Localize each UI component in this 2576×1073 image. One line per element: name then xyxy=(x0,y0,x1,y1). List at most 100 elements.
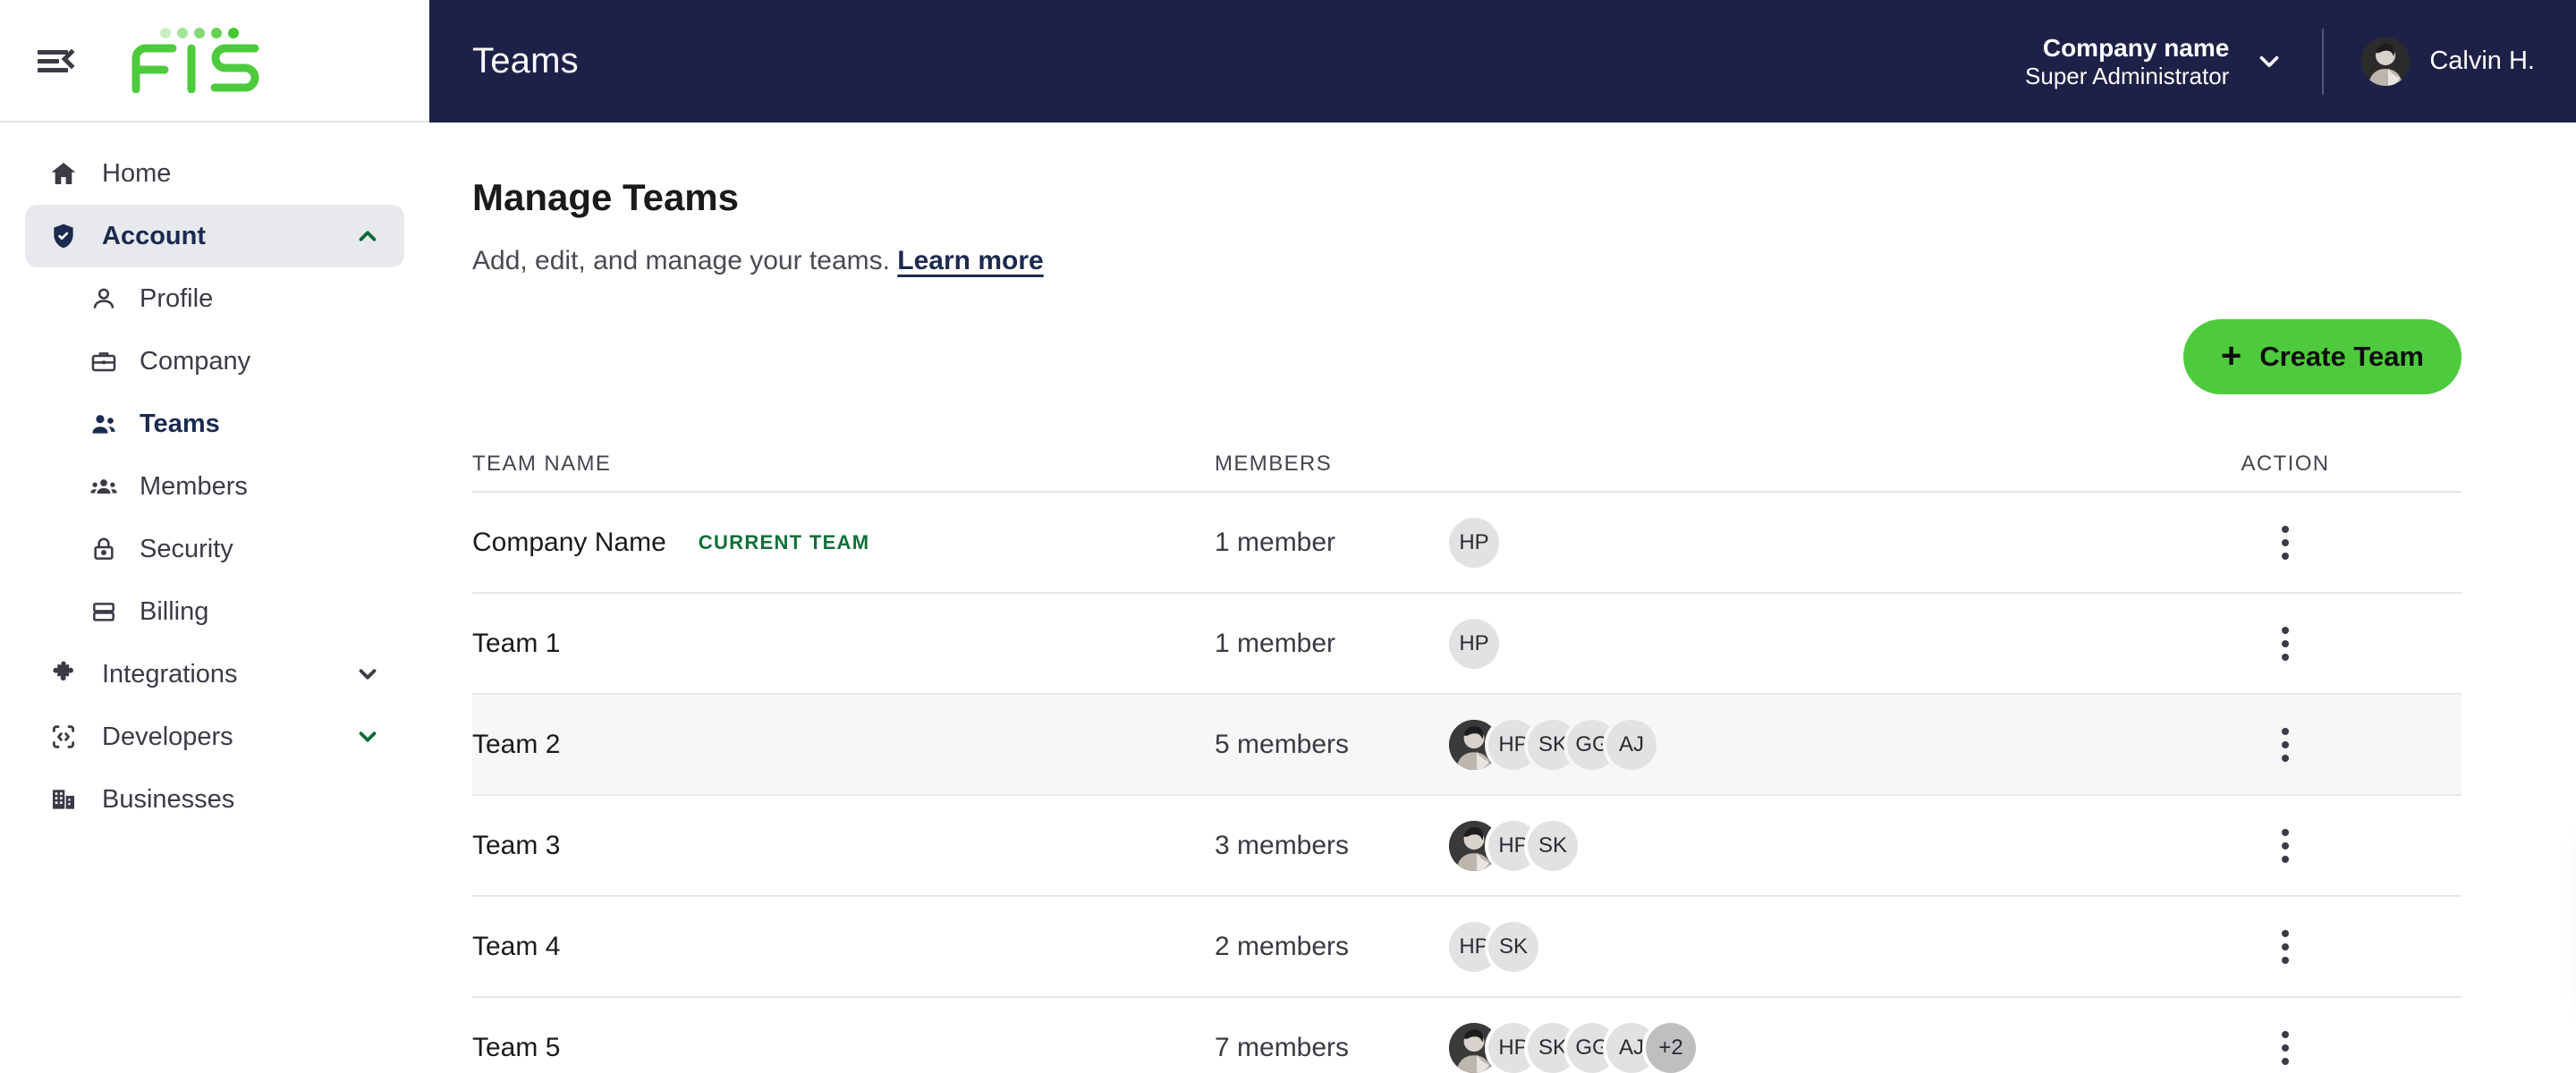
user-name: Calvin H. xyxy=(2429,46,2535,75)
column-header-team-name: TEAM NAME xyxy=(472,452,612,476)
cell-team-name: Team 3 xyxy=(472,831,1215,861)
member-avatar-initials: HP xyxy=(1449,618,1499,669)
cell-team-name: Team 1 xyxy=(472,629,1215,659)
sidebar-item-label: Developers xyxy=(102,722,233,751)
sidebar-item-label: Integrations xyxy=(102,659,238,689)
cell-members: 1 member HP xyxy=(1215,517,2109,568)
column-header-members: MEMBERS xyxy=(1215,452,1333,476)
member-count: 2 members xyxy=(1215,931,1350,961)
cell-team-name: Company Name CURRENT TEAM xyxy=(472,528,1215,558)
cell-members: 7 members HP SK GG AJ +2 xyxy=(1215,1022,2109,1073)
sidebar-item-home[interactable]: Home xyxy=(25,142,404,205)
sidebar-item-profile[interactable]: Profile xyxy=(25,267,404,330)
cell-action xyxy=(2109,1026,2462,1070)
shield-check-icon xyxy=(48,221,79,251)
sidebar-item-label: Security xyxy=(140,534,233,563)
menu-collapse-icon[interactable] xyxy=(36,40,82,81)
teams-table: TEAM NAME MEMBERS ACTION Company Name CUR… xyxy=(472,437,2462,1073)
topbar-divider xyxy=(2322,28,2325,95)
member-avatar-stack: HP xyxy=(1449,618,1499,669)
table-row[interactable]: Team 5 7 members HP SK GG AJ +2 xyxy=(472,998,2462,1073)
fis-logo xyxy=(131,28,265,93)
cell-members: 2 members HP SK xyxy=(1215,921,2109,972)
sidebar-item-company[interactable]: Company xyxy=(25,330,404,393)
sidebar-header xyxy=(0,0,429,123)
member-avatar-overflow: +2 xyxy=(1646,1022,1696,1073)
member-count: 3 members xyxy=(1215,830,1350,860)
page-title-topbar: Teams xyxy=(472,41,579,80)
create-team-button[interactable]: + Create Team xyxy=(2182,319,2462,394)
user-menu[interactable]: Calvin H. xyxy=(2361,37,2535,86)
sidebar-item-billing[interactable]: Billing xyxy=(25,580,404,643)
sidebar-item-account[interactable]: Account xyxy=(25,205,404,267)
table-row[interactable]: Company Name CURRENT TEAM 1 member HP xyxy=(472,493,2462,594)
member-count: 5 members xyxy=(1215,729,1350,759)
team-name: Team 4 xyxy=(472,931,561,961)
app-root: Home Account Profile Company Teams Membe… xyxy=(0,0,2576,1073)
row-action-kebab[interactable] xyxy=(2263,1026,2308,1070)
member-count: 1 member xyxy=(1215,628,1336,658)
sidebar-nav: Home Account Profile Company Teams Membe… xyxy=(0,123,429,1073)
group-icon xyxy=(89,472,118,501)
team-name: Team 5 xyxy=(472,1032,561,1062)
sidebar: Home Account Profile Company Teams Membe… xyxy=(0,0,429,1073)
people-icon xyxy=(89,410,118,438)
member-avatar-stack: HP SK GG AJ xyxy=(1449,719,1657,770)
table-row[interactable]: Team 2 5 members HP SK GG AJ xyxy=(472,695,2462,796)
person-icon xyxy=(89,284,118,313)
team-name: Team 2 xyxy=(472,729,561,759)
table-row[interactable]: Team 1 1 member HP xyxy=(472,594,2462,695)
cell-action xyxy=(2109,722,2462,767)
member-avatar-initials: SK xyxy=(1528,820,1578,871)
puzzle-icon xyxy=(48,659,79,689)
sidebar-item-label: Members xyxy=(140,471,248,501)
sidebar-item-businesses[interactable]: Businesses xyxy=(25,768,404,831)
table-row[interactable]: Team 4 2 members HP SK xyxy=(472,897,2462,998)
member-avatar-stack: HP xyxy=(1449,517,1499,568)
company-role: Super Administrator xyxy=(2025,62,2230,89)
page-subtitle-text: Add, edit, and manage your teams. xyxy=(472,246,890,275)
sidebar-item-label: Company xyxy=(140,346,251,376)
row-action-kebab[interactable] xyxy=(2263,621,2308,666)
member-avatar-initials: SK xyxy=(1488,921,1538,972)
member-avatar-stack: HP SK GG AJ +2 xyxy=(1449,1022,1696,1073)
company-switcher[interactable]: Company name Super Administrator xyxy=(2025,33,2229,90)
sidebar-item-teams[interactable]: Teams xyxy=(25,393,404,455)
member-avatar-stack: HP SK xyxy=(1449,921,1538,972)
cell-members: 5 members HP SK GG AJ xyxy=(1215,719,2109,770)
table-body: Company Name CURRENT TEAM 1 member HP Team 1… xyxy=(472,493,2462,1073)
chevron-up-icon[interactable] xyxy=(354,223,381,249)
cell-members: 3 members HP SK xyxy=(1215,820,2109,871)
row-action-kebab[interactable] xyxy=(2263,520,2308,565)
table-row[interactable]: Team 3 3 members HP SK xyxy=(472,796,2462,897)
status-badge: CURRENT TEAM xyxy=(698,530,870,553)
cell-team-name: Team 2 xyxy=(472,730,1215,760)
sidebar-item-label: Billing xyxy=(140,596,209,626)
sidebar-item-label: Home xyxy=(102,158,172,188)
member-avatar-initials: HP xyxy=(1449,517,1499,568)
cell-action xyxy=(2109,824,2462,868)
cell-action xyxy=(2109,925,2462,969)
sidebar-item-members[interactable]: Members xyxy=(25,455,404,518)
main-area: Teams Company name Super Administrator C… xyxy=(429,0,2576,1073)
chevron-down-icon[interactable] xyxy=(354,661,381,688)
sidebar-item-security[interactable]: Security xyxy=(25,518,404,580)
row-action-kebab[interactable] xyxy=(2263,722,2308,767)
sidebar-item-integrations[interactable]: Integrations xyxy=(25,643,404,705)
chevron-down-icon[interactable] xyxy=(2254,46,2284,77)
column-header-action: ACTION xyxy=(2241,452,2330,476)
member-avatar-initials: AJ xyxy=(1606,719,1657,770)
table-header-row: TEAM NAME MEMBERS ACTION xyxy=(472,437,2462,493)
team-name: Team 3 xyxy=(472,830,561,860)
row-action-kebab[interactable] xyxy=(2263,824,2308,868)
topbar-right: Company name Super Administrator Calvin … xyxy=(2025,28,2535,95)
member-avatar-stack: HP SK xyxy=(1449,820,1578,871)
sidebar-item-label: Teams xyxy=(140,409,220,438)
row-action-kebab[interactable] xyxy=(2263,925,2308,969)
chevron-down-icon[interactable] xyxy=(354,723,381,750)
sidebar-item-developers[interactable]: Developers xyxy=(25,705,404,768)
cell-team-name: Team 5 xyxy=(472,1033,1215,1063)
cell-team-name: Team 4 xyxy=(472,932,1215,962)
learn-more-link[interactable]: Learn more xyxy=(897,246,1043,275)
create-team-label: Create Team xyxy=(2259,341,2424,372)
